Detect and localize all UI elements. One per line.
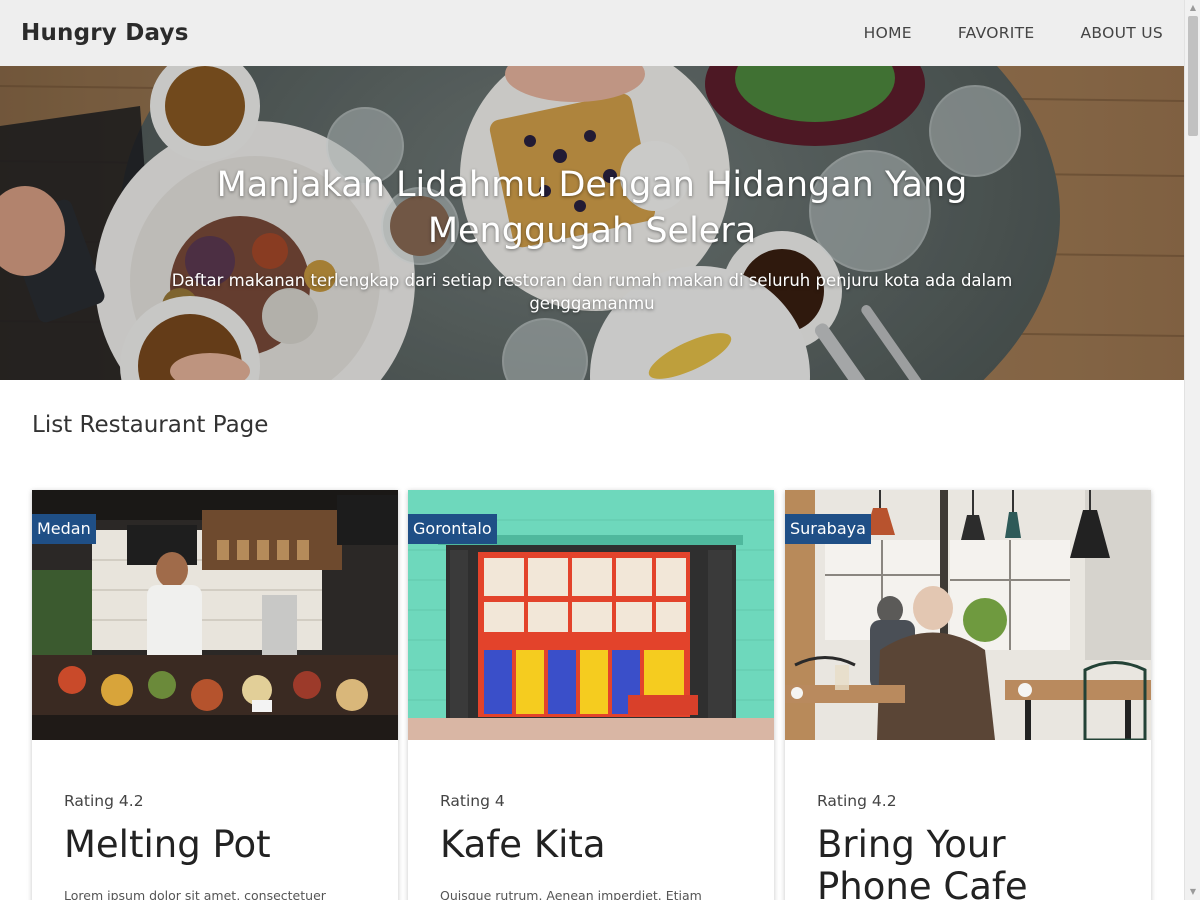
- restaurant-name[interactable]: Bring Your Phone Cafe: [817, 824, 1127, 900]
- restaurant-card[interactable]: Medan Rating 4.2 Melting Pot Lorem ipsum…: [32, 490, 398, 900]
- city-badge: Gorontalo: [408, 514, 497, 544]
- app-header: Hungry Days HOME FAVORITE ABOUT US: [0, 0, 1184, 66]
- city-badge: Medan: [32, 514, 96, 544]
- nav-link-about-us[interactable]: ABOUT US: [1081, 24, 1164, 42]
- restaurant-image: Surabaya: [785, 490, 1151, 740]
- restaurant-description: Quisque rutrum. Aenean imperdiet. Etiam: [440, 888, 702, 900]
- restaurant-card[interactable]: Gorontalo Rating 4 Kafe Kita Quisque rut…: [408, 490, 774, 900]
- scroll-up-arrow-icon[interactable]: ▲: [1185, 0, 1200, 16]
- hero-title: Manjakan Lidahmu Dengan Hidangan Yang Me…: [216, 165, 968, 251]
- hero-subtitle: Daftar makanan terlengkap dari setiap re…: [171, 271, 1013, 313]
- nav-link-favorite[interactable]: FAVORITE: [958, 24, 1035, 42]
- rating-label: Rating 4: [440, 792, 505, 810]
- section-title: List Restaurant Page: [32, 412, 269, 438]
- nav-link-home[interactable]: HOME: [864, 24, 912, 42]
- restaurant-image: Gorontalo: [408, 490, 774, 740]
- scroll-down-arrow-icon[interactable]: ▼: [1185, 884, 1200, 900]
- page: Hungry Days HOME FAVORITE ABOUT US Manja…: [0, 0, 1184, 900]
- rating-label: Rating 4.2: [817, 792, 897, 810]
- hero-banner: Manjakan Lidahmu Dengan Hidangan Yang Me…: [0, 66, 1184, 380]
- restaurant-card[interactable]: Surabaya Rating 4.2 Bring Your Phone Caf…: [785, 490, 1151, 900]
- restaurant-name[interactable]: Melting Pot: [64, 824, 374, 866]
- brand-logo-text[interactable]: Hungry Days: [21, 20, 189, 46]
- page-scrollbar[interactable]: ▲ ▼: [1184, 0, 1200, 900]
- restaurant-name[interactable]: Kafe Kita: [440, 824, 750, 866]
- rating-label: Rating 4.2: [64, 792, 144, 810]
- restaurant-image: Medan: [32, 490, 398, 740]
- city-badge: Surabaya: [785, 514, 871, 544]
- main-nav: HOME FAVORITE ABOUT US: [864, 24, 1163, 42]
- scrollbar-thumb[interactable]: [1188, 16, 1198, 136]
- restaurant-description: Lorem ipsum dolor sit amet, consectetuer: [64, 888, 326, 900]
